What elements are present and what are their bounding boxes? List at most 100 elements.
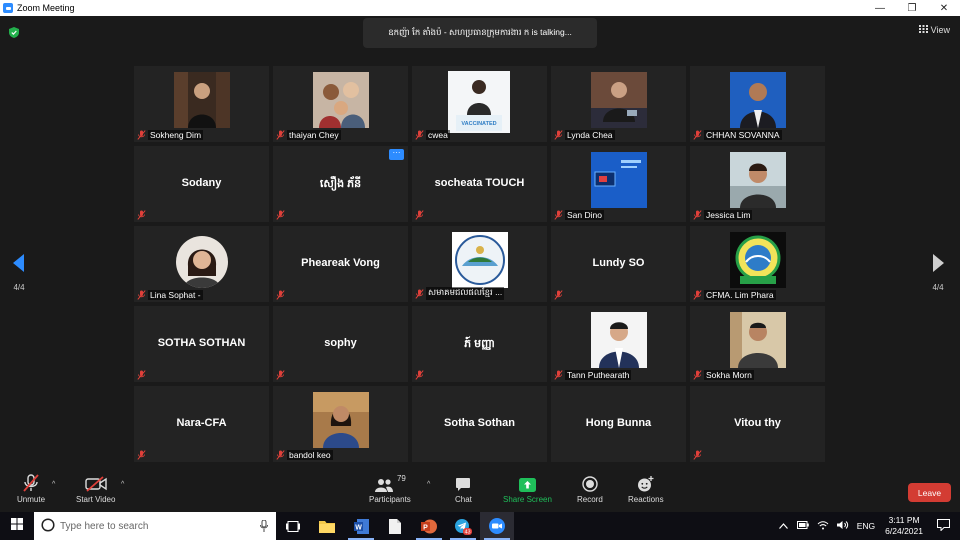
participant-tile[interactable]: SOTHA SOTHAN <box>134 306 269 382</box>
unmute-button[interactable]: Unmute <box>17 474 45 504</box>
participant-label: Tann Puthearath <box>554 370 632 380</box>
participant-tile[interactable]: Hong Bunna <box>551 386 686 462</box>
start-button[interactable] <box>0 512 34 540</box>
participant-tile[interactable]: bandol keo <box>273 386 408 462</box>
share-screen-button[interactable]: Share Screen <box>503 474 552 504</box>
participant-tile[interactable]: San Dino <box>551 146 686 222</box>
participant-tile[interactable]: Sotha Sothan <box>412 386 547 462</box>
participants-button[interactable]: 79 Participants <box>369 474 411 504</box>
participant-tile[interactable]: CHHAN SOVANNA <box>690 66 825 142</box>
show-hidden-icons-icon[interactable] <box>778 521 788 531</box>
reactions-smiley-icon <box>637 474 654 492</box>
system-clock[interactable]: 3:11 PM 6/24/2021 <box>885 515 923 537</box>
participant-tile[interactable]: thaiyan Chey <box>273 66 408 142</box>
previous-page-nav[interactable]: 4/4 <box>7 254 31 292</box>
notepad-file-icon[interactable] <box>378 512 412 540</box>
wifi-icon[interactable] <box>817 520 829 532</box>
participant-tile[interactable]: Sokha Morn <box>690 306 825 382</box>
leave-button[interactable]: Leave <box>908 483 951 502</box>
participant-tile[interactable]: ភ៍ មញ្ញា <box>412 306 547 382</box>
participant-name: CFMA. Lim Phara <box>704 290 776 300</box>
muted-mic-icon <box>415 288 424 299</box>
muted-mic-icon <box>554 130 563 140</box>
participant-tile[interactable]: Sokheng Dim <box>134 66 269 142</box>
muted-mic-icon <box>693 370 702 380</box>
participants-options-caret-icon[interactable]: ^ <box>427 481 430 488</box>
participant-tile[interactable]: ··· សឿង ភ័នី <box>273 146 408 222</box>
start-video-label: Start Video <box>76 495 116 504</box>
video-options-caret-icon[interactable]: ^ <box>121 481 124 488</box>
muted-mic-icon <box>693 290 702 300</box>
microphone-icon[interactable] <box>260 519 268 535</box>
muted-mic-icon <box>415 130 424 140</box>
participant-tile[interactable]: Sodany <box>134 146 269 222</box>
grid-icon <box>918 25 928 35</box>
participant-name: Lina Sophat - <box>148 290 203 300</box>
share-screen-icon <box>518 474 536 492</box>
file-explorer-icon[interactable] <box>310 512 344 540</box>
input-language-indicator[interactable]: ENG <box>857 521 875 531</box>
audio-options-caret-icon[interactable]: ^ <box>52 481 55 488</box>
view-button[interactable]: View <box>918 25 950 35</box>
participant-tile[interactable]: socheata TOUCH <box>412 146 547 222</box>
close-button[interactable]: ✕ <box>928 0 960 16</box>
participant-display-name: Vitou thy <box>734 417 781 429</box>
word-app-icon[interactable]: W <box>344 512 378 540</box>
video-off-icon <box>85 474 107 492</box>
participant-tile[interactable]: VACCINATED cwea <box>412 66 547 142</box>
participant-tile[interactable]: សមាគមជលផលខ្មែរ ... <box>412 226 547 302</box>
participant-tile[interactable]: Lynda Chea <box>551 66 686 142</box>
gallery-grid: Sokheng Dim thaiyan Chey VACCINATED cwea <box>134 66 827 462</box>
participant-tile[interactable]: Jessica Lim <box>690 146 825 222</box>
muted-mic-icon <box>554 290 563 300</box>
participant-label <box>137 450 146 460</box>
search-placeholder: Type here to search <box>60 520 149 532</box>
unmute-label: Unmute <box>17 495 46 504</box>
participant-display-name: ភ៍ មញ្ញា <box>464 338 495 350</box>
participant-avatar <box>176 236 228 288</box>
windows-taskbar: Type here to search W P 43 ENG 3:11 PM 6… <box>0 512 960 540</box>
participant-tile[interactable]: Phеareak Vong <box>273 226 408 302</box>
volume-icon[interactable] <box>836 520 849 532</box>
participant-display-name: Phеareak Vong <box>301 257 380 269</box>
reactions-button[interactable]: Reactions <box>628 474 664 504</box>
next-page-nav[interactable]: 4/4 <box>926 254 950 292</box>
participant-tile[interactable]: Tann Puthearath <box>551 306 686 382</box>
start-video-button[interactable]: Start Video <box>76 474 115 504</box>
window-controls: — ❐ ✕ <box>864 0 960 16</box>
minimize-button[interactable]: — <box>864 0 896 16</box>
participant-tile[interactable]: Vitou thy <box>690 386 825 462</box>
participant-tile[interactable]: Lundy SO <box>551 226 686 302</box>
participant-tile[interactable]: Lina Sophat - <box>134 226 269 302</box>
record-button[interactable]: Record <box>577 474 603 504</box>
participant-video <box>174 72 230 128</box>
notifications-icon[interactable] <box>937 519 950 533</box>
participant-video <box>591 152 647 208</box>
muted-mic-icon <box>554 370 563 380</box>
muted-mic-icon <box>137 290 146 300</box>
telegram-app-icon[interactable]: 43 <box>446 512 480 540</box>
maximize-button[interactable]: ❐ <box>896 0 928 16</box>
zoom-taskbar-icon[interactable] <box>480 512 514 540</box>
clock-date: 6/24/2021 <box>885 526 923 536</box>
taskbar-search-box[interactable]: Type here to search <box>34 512 276 540</box>
task-view-icon[interactable] <box>276 512 310 540</box>
participant-tile[interactable]: Nara-CFA <box>134 386 269 462</box>
muted-mic-icon <box>137 210 146 220</box>
right-arrow-icon[interactable] <box>926 254 950 274</box>
battery-icon[interactable] <box>796 521 809 531</box>
participant-name: thaiyan Chey <box>287 130 341 140</box>
participant-label <box>415 370 424 380</box>
system-tray: ENG 3:11 PM 6/24/2021 <box>774 512 960 540</box>
participant-label: CFMA. Lim Phara <box>693 290 776 300</box>
muted-mic-icon <box>276 290 285 300</box>
security-shield-icon[interactable] <box>9 25 19 43</box>
participant-display-name: SOTHA SOTHAN <box>157 337 246 349</box>
participant-tile[interactable]: sophy <box>273 306 408 382</box>
participant-tile[interactable]: CFMA. Lim Phara <box>690 226 825 302</box>
powerpoint-app-icon[interactable]: P <box>412 512 446 540</box>
left-arrow-icon[interactable] <box>7 254 31 274</box>
more-options-button[interactable]: ··· <box>389 149 404 160</box>
participant-label <box>415 210 424 220</box>
chat-button[interactable]: Chat <box>455 474 472 504</box>
